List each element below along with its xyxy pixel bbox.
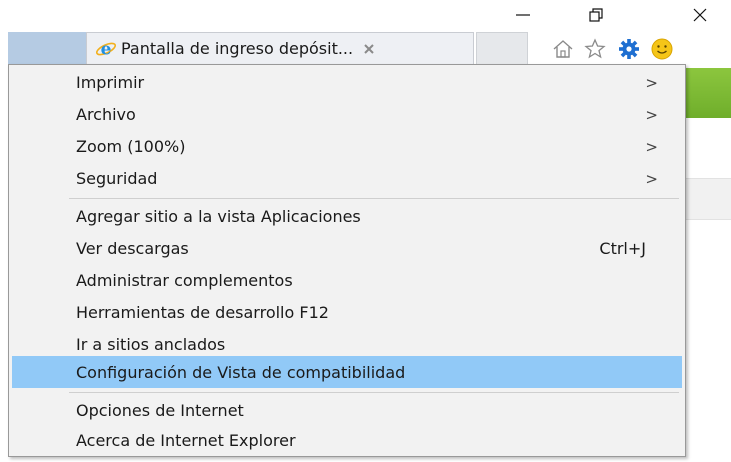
tab-close-button[interactable] (361, 41, 377, 57)
menu-item-shortcut: Ctrl+J (599, 239, 646, 258)
submenu-arrow-icon: > (645, 106, 658, 124)
submenu-arrow-icon: > (645, 170, 658, 188)
menu-item-opciones-internet[interactable]: Opciones de Internet (12, 395, 682, 427)
menu-item-vista-compatibilidad[interactable]: Configuración de Vista de compatibilidad (12, 356, 682, 388)
menu-item-zoom[interactable]: Zoom (100%) > (12, 131, 682, 163)
menu-item-label: Configuración de Vista de compatibilidad (76, 363, 406, 382)
tools-button[interactable] (616, 36, 642, 62)
minimize-button[interactable] (500, 0, 546, 30)
new-tab-button[interactable] (476, 32, 528, 64)
close-window-button[interactable] (677, 0, 723, 30)
menu-item-label: Acerca de Internet Explorer (76, 431, 296, 450)
submenu-arrow-icon: > (645, 74, 658, 92)
minimize-icon (516, 14, 530, 16)
menu-item-label: Administrar complementos (76, 271, 293, 290)
tools-menu: Imprimir > Archivo > Zoom (100%) > Segur… (8, 64, 686, 457)
svg-text:e: e (101, 39, 112, 59)
menu-item-seguridad[interactable]: Seguridad > (12, 163, 682, 195)
feedback-smiley-icon (651, 38, 673, 60)
close-icon (693, 8, 707, 22)
favorites-star-icon (584, 38, 606, 59)
home-icon (553, 40, 573, 58)
menu-item-administrar-complementos[interactable]: Administrar complementos (12, 265, 682, 297)
restore-icon (589, 8, 603, 22)
menu-item-label: Ver descargas (76, 239, 189, 258)
menu-item-herramientas-desarrollo[interactable]: Herramientas de desarrollo F12 (12, 297, 682, 329)
menu-item-acerca-de[interactable]: Acerca de Internet Explorer (12, 425, 682, 457)
menu-separator (69, 198, 679, 199)
tab-row: e Pantalla de ingreso depósit... (0, 30, 731, 68)
tools-gear-icon (619, 39, 639, 59)
menu-item-ver-descargas[interactable]: Ver descargas Ctrl+J (12, 233, 682, 265)
home-button[interactable] (550, 36, 576, 62)
menu-item-label: Agregar sitio a la vista Aplicaciones (76, 207, 361, 226)
menu-item-label: Opciones de Internet (76, 401, 244, 420)
restore-button[interactable] (573, 0, 619, 30)
menu-item-agregar-sitio[interactable]: Agregar sitio a la vista Aplicaciones (12, 201, 682, 233)
browser-tab[interactable]: e Pantalla de ingreso depósit... (86, 32, 474, 64)
submenu-arrow-icon: > (645, 138, 658, 156)
menu-item-label: Herramientas de desarrollo F12 (76, 303, 329, 322)
menu-item-label: Archivo (76, 105, 136, 124)
menu-separator (69, 392, 679, 393)
close-tab-icon (364, 43, 374, 54)
menu-item-label: Imprimir (76, 73, 145, 92)
menu-item-label: Zoom (100%) (76, 137, 186, 156)
feedback-button[interactable] (649, 36, 675, 62)
menu-item-imprimir[interactable]: Imprimir > (12, 67, 682, 99)
internet-explorer-icon: e (95, 38, 117, 60)
menu-item-label: Seguridad (76, 169, 158, 188)
tab-strip-left (8, 32, 86, 64)
menu-item-archivo[interactable]: Archivo > (12, 99, 682, 131)
title-bar (0, 0, 731, 30)
favorites-button[interactable] (582, 36, 608, 62)
tab-title: Pantalla de ingreso depósit... (121, 39, 354, 58)
